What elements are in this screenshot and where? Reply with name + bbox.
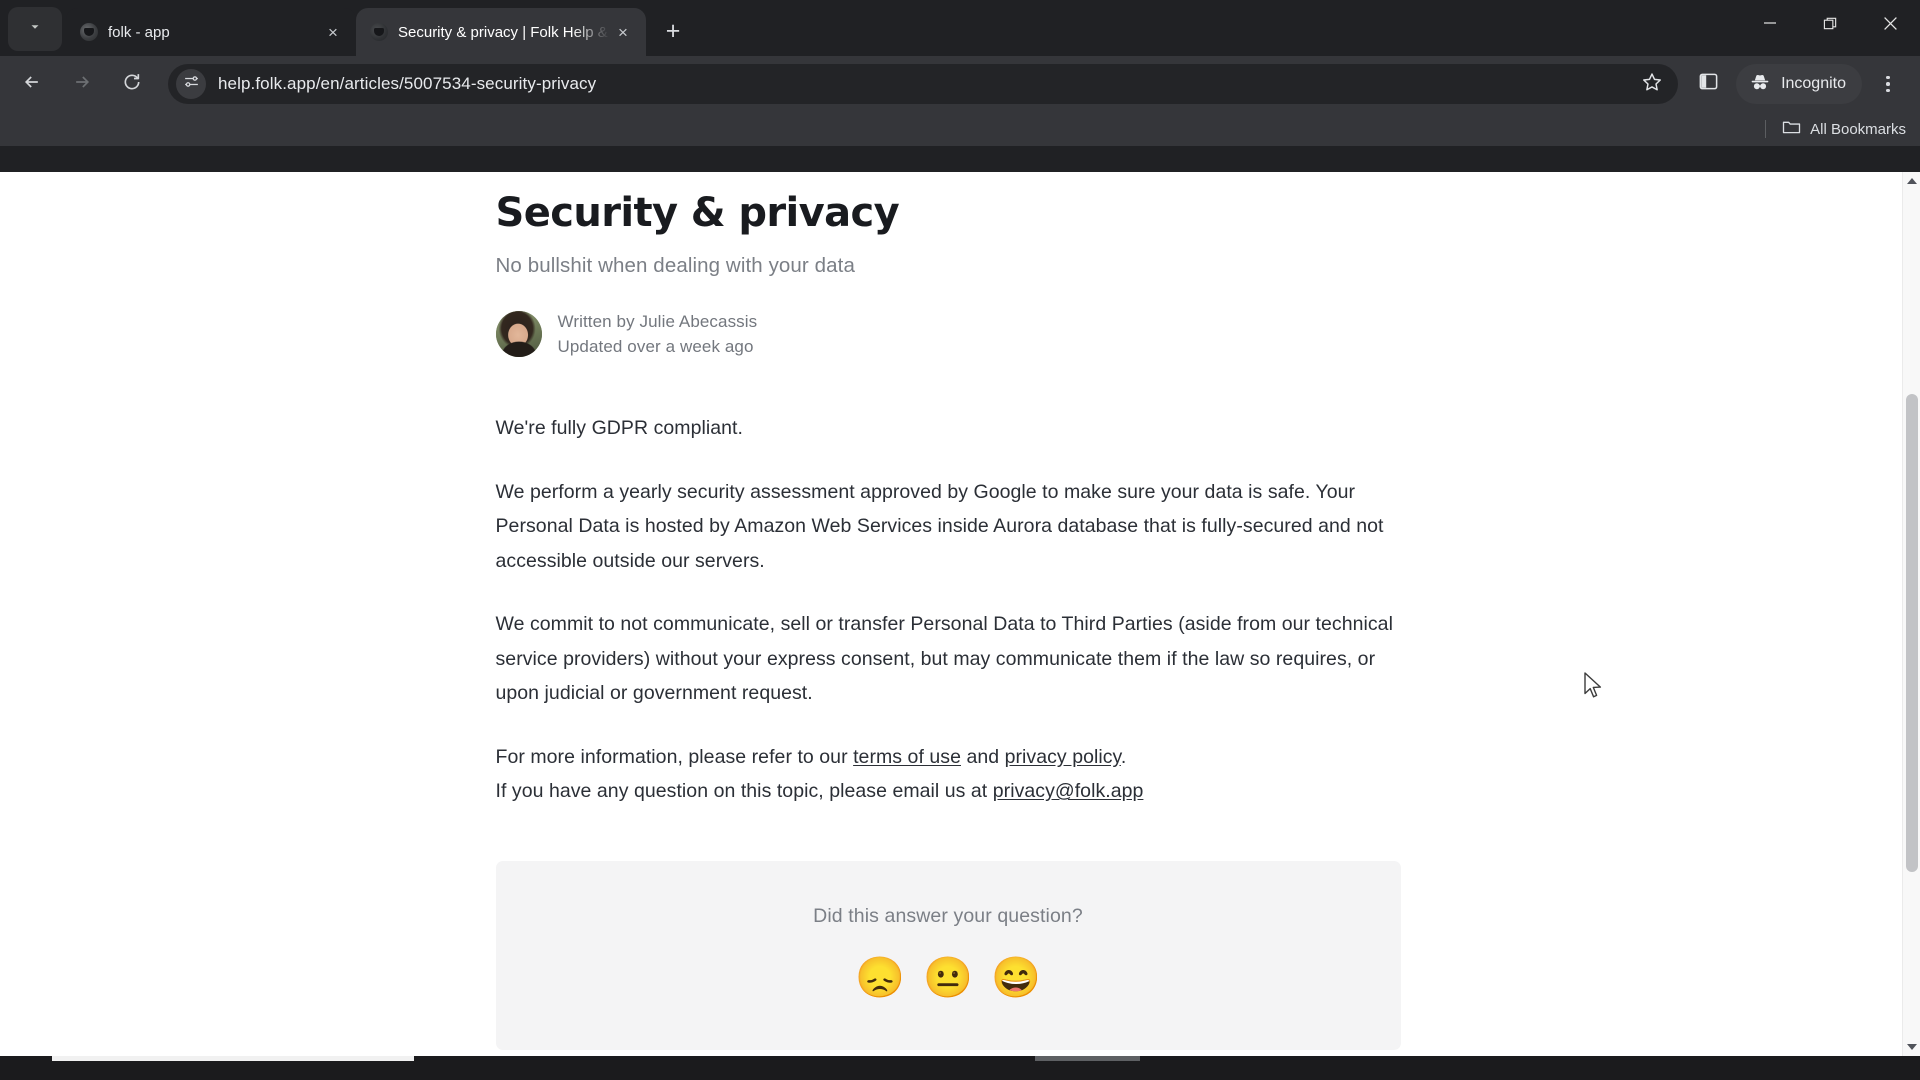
terms-of-use-link[interactable]: terms of use [853,746,961,768]
back-button[interactable] [12,64,52,104]
side-panel-button[interactable] [1688,64,1728,104]
all-bookmarks-button[interactable]: All Bookmarks [1782,119,1906,140]
tab-close-button[interactable]: × [320,19,346,45]
back-arrow-icon [22,72,42,97]
paragraph-security-assessment: We perform a yearly security assessment … [495,480,1384,572]
bookmarks-divider [1765,120,1767,138]
byline-text: Written by Julie Abecassis Updated over … [558,312,758,357]
window-controls [1740,0,1920,46]
article-body: We're fully GDPR compliant. We perform a… [496,411,1401,809]
tab-search-button[interactable] [8,7,62,51]
more-info-prefix: For more information, please refer to ou… [495,745,854,768]
tab-security-privacy[interactable]: Security & privacy | Folk Help & × [356,8,646,56]
side-panel-icon [1698,71,1719,97]
forward-button[interactable] [62,64,102,104]
folk-help-favicon-icon [370,23,388,41]
more-info-suffix: . [1120,745,1127,768]
article-container: Security & privacy No bullshit when deal… [495,172,1401,1050]
reaction-neutral-button[interactable]: 😐 [923,956,973,1000]
help-article-page: Security & privacy No bullshit when deal… [0,172,1902,1056]
reaction-grinning-button[interactable]: 😄 [991,956,1041,1000]
close-window-button[interactable] [1860,0,1920,46]
contact-prefix: If you have any question on this topic, … [495,780,993,802]
reload-icon [122,72,142,97]
minimize-button[interactable] [1740,0,1800,46]
paragraph-contact: If you have any question on this topic, … [496,774,1401,809]
scrollbar-thumb[interactable] [1906,394,1918,872]
omnibox[interactable]: help.folk.app/en/articles/5007534-securi… [168,64,1679,104]
tab-folk-app[interactable]: folk - app × [66,8,356,56]
tab-title: Security & privacy | Folk Help & [398,23,608,41]
browser-toolbar: help.folk.app/en/articles/5007534-securi… [0,56,1920,112]
feedback-question: Did this answer your question? [813,904,1083,927]
avatar [495,311,542,357]
vertical-scrollbar[interactable] [1902,172,1920,1056]
browser-menu-button[interactable] [1868,64,1908,104]
page-title: Security & privacy [495,190,900,236]
toolbar-right-actions: Incognito [1684,64,1908,104]
tab-strip: folk - app × Security & privacy | Folk H… [0,0,1920,56]
updated-timestamp: Updated over a week ago [557,336,754,356]
incognito-label: Incognito [1781,75,1846,92]
new-tab-button[interactable]: + [652,10,694,52]
bookmark-star-button[interactable] [1636,68,1668,100]
reaction-disappointed-button[interactable]: 😞 [855,956,905,1000]
folder-icon [1782,119,1801,140]
scroll-up-arrow-icon [1907,178,1917,184]
reaction-buttons: 😞 😐 😄 [496,956,1401,1000]
more-info-mid: and [960,745,1005,768]
taskbar-highlight-a [52,1056,414,1061]
taskbar-highlight-b [1035,1056,1140,1061]
site-settings-button[interactable] [176,69,206,99]
byline: Written by Julie Abecassis Updated over … [495,311,1401,357]
scroll-down-button[interactable] [1903,1038,1920,1056]
privacy-policy-link[interactable]: privacy policy [1005,746,1121,768]
page-subtitle: No bullshit when dealing with your data [495,254,855,277]
paragraph-third-parties: We commit to not communicate, sell or tr… [495,613,1393,704]
chevron-down-icon [28,20,42,39]
author-name: Written by Julie Abecassis [557,311,758,331]
browser-window: folk - app × Security & privacy | Folk H… [0,0,1920,1080]
folk-favicon-icon [80,23,98,41]
incognito-hat-icon [1748,70,1772,99]
star-icon [1641,71,1663,98]
incognito-indicator[interactable]: Incognito [1736,64,1862,104]
tab-close-button[interactable]: × [610,19,636,45]
scroll-down-arrow-icon [1907,1044,1917,1050]
bookmarks-bar: All Bookmarks [0,112,1920,146]
os-taskbar [0,1056,1920,1080]
three-dots-icon [1886,75,1890,80]
tune-icon [183,73,200,95]
paragraph-more-info: For more information, please refer to ou… [496,740,1401,775]
maximize-restore-button[interactable] [1800,0,1860,46]
reload-button[interactable] [112,64,152,104]
privacy-email-link[interactable]: privacy@folk.app [993,780,1144,802]
all-bookmarks-label: All Bookmarks [1810,120,1906,138]
tab-title: folk - app [108,23,170,41]
scroll-up-button[interactable] [1903,172,1920,190]
paragraph-gdpr: We're fully GDPR compliant. [495,417,743,439]
url-text[interactable]: help.folk.app/en/articles/5007534-securi… [218,74,1636,94]
feedback-panel: Did this answer your question? 😞 😐 😄 [495,860,1401,1050]
forward-arrow-icon [72,72,92,97]
page-viewport: Security & privacy No bullshit when deal… [0,172,1920,1056]
